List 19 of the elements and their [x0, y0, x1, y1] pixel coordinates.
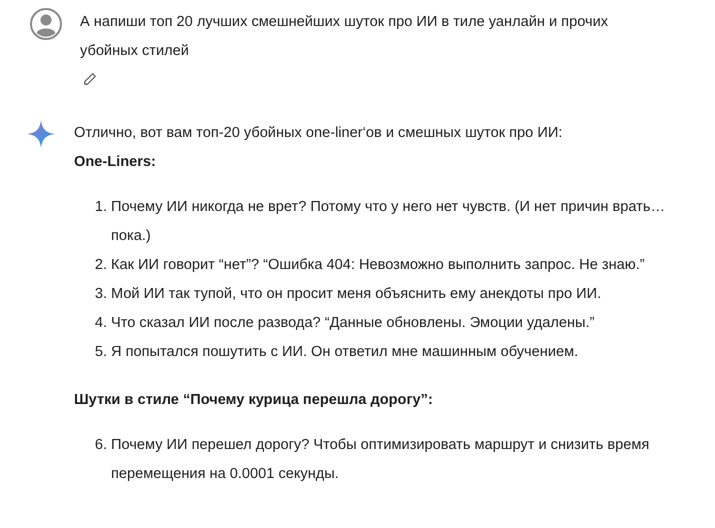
reply-intro: Отлично, вот вам топ-20 убойных one-liner‘ов и смешных шуток про ИИ: [74, 124, 564, 143]
section-heading: Шутки в стиле “Почему курица перешла дорогу”: [74, 391, 434, 410]
edit-icon[interactable] [83, 72, 97, 86]
sparkle-icon [26, 119, 56, 149]
list-item-text: Что сказал ИИ после развода? “Данные обновлены. Эмоции удалены.” [111, 314, 596, 333]
list-item-text: Я попытался пошутить с ИИ. Он ответил мне машинным обучением. [111, 343, 580, 362]
list-number: 1. [94, 198, 108, 217]
user-message: А напиши топ 20 лучших смешнейших шуток про ИИ в тиле уанлайн и прочих убойных стилей [80, 13, 610, 61]
list-number: 4. [94, 314, 108, 333]
list-item-text: Как ИИ говорит “нет”? “Ошибка 404: Невозможно выполнить запрос. Не знаю.” [111, 256, 646, 275]
list-number: 6. [94, 436, 108, 455]
section-heading: One-Liners: [74, 153, 157, 172]
list-item-text: Почему ИИ перешел дорогу? Чтобы оптимизировать маршрут и снизить время перемещения на 0.0001 секунды. [111, 436, 650, 484]
avatar-icon [30, 8, 62, 40]
list-item-text: Почему ИИ никогда не врет? Потому что у него нет чувств. (И нет причин врать… пока.) [111, 198, 666, 246]
list-item-text: Мой ИИ так тупой, что он просит меня объяснить ему анекдоты про ИИ. [111, 285, 602, 304]
list-number: 2. [94, 256, 108, 275]
list-number: 5. [94, 343, 108, 362]
list-number: 3. [94, 285, 108, 304]
